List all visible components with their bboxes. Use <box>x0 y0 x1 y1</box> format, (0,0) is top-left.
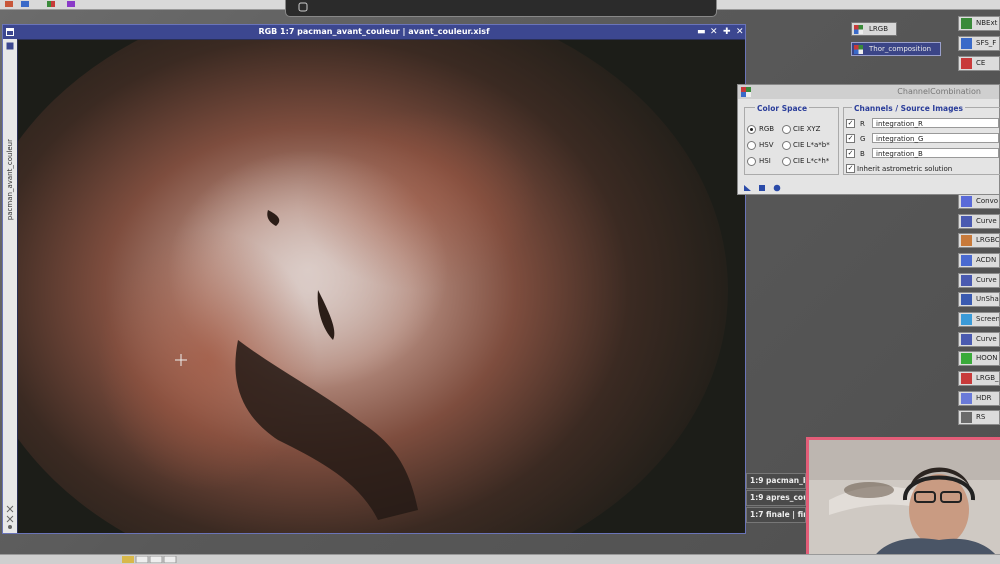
lrgb-chip[interactable]: LRGB <box>851 22 897 36</box>
lrgb-icon <box>854 25 863 34</box>
new-instance-icon[interactable] <box>743 184 752 192</box>
toolbar-process-icon[interactable] <box>20 0 30 8</box>
channel-g-image-field[interactable]: integration_G <box>872 133 999 143</box>
image-canvas[interactable] <box>18 40 745 533</box>
channel-b-image-field[interactable]: integration_B <box>872 148 999 158</box>
mini-image-window[interactable]: 1:9 pacman_b <box>746 473 806 489</box>
radio-cie-lab[interactable] <box>782 141 791 150</box>
toolbar-image-icon[interactable] <box>4 0 14 8</box>
process-icon[interactable]: NBExt <box>958 16 1000 31</box>
process-icon-glyph <box>961 373 972 384</box>
channel-b-label: B <box>860 150 865 158</box>
process-icon[interactable]: SFS_F <box>958 36 1000 51</box>
process-icon[interactable]: Screen <box>958 312 1000 327</box>
channel-combination-icon <box>741 87 751 97</box>
radio-cie-lab-label: CIE L*a*b* <box>793 141 830 149</box>
process-icon[interactable]: LRGBC <box>958 233 1000 248</box>
composition-icon <box>854 45 863 54</box>
process-icon[interactable]: LRGB_ <box>958 371 1000 386</box>
radio-rgb[interactable] <box>747 125 756 134</box>
process-icon[interactable]: ACDN <box>958 253 1000 268</box>
process-icon[interactable]: Curve <box>958 273 1000 288</box>
radio-rgb-label: RGB <box>759 125 774 133</box>
channel-combination-window[interactable]: ChannelCombination Color Space RGB CIE X… <box>737 84 1000 195</box>
process-icon[interactable]: HDR <box>958 391 1000 406</box>
thor-composition-label: Thor_composition <box>869 43 931 55</box>
color-space-title: Color Space <box>755 104 809 113</box>
radio-hsi-label: HSI <box>759 157 771 165</box>
process-icon-glyph <box>961 314 972 325</box>
identifier-icon <box>6 42 14 50</box>
radio-hsv[interactable] <box>747 141 756 150</box>
process-icon-glyph <box>961 255 972 266</box>
radio-cie-xyz-label: CIE XYZ <box>793 125 820 133</box>
toolbar-container-icon[interactable] <box>46 0 56 8</box>
channel-b-checkbox[interactable]: ✓ <box>846 149 855 158</box>
radio-hsv-label: HSV <box>759 141 774 149</box>
process-icon[interactable]: Curve <box>958 332 1000 347</box>
radio-cie-lch[interactable] <box>782 157 791 166</box>
side-tools-icon[interactable] <box>6 504 14 530</box>
channel-combination-titlebar[interactable]: ChannelCombination <box>738 85 999 99</box>
image-window-title: RGB 1:7 pacman_avant_couleur | avant_cou… <box>258 27 489 36</box>
channel-g-checkbox[interactable]: ✓ <box>846 134 855 143</box>
process-icon-glyph <box>961 294 972 305</box>
channel-r-image-field[interactable]: integration_R <box>872 118 999 128</box>
process-icon-glyph <box>961 275 972 286</box>
process-icon-glyph <box>961 393 972 404</box>
process-icon-glyph <box>961 58 972 69</box>
thor-composition-chip[interactable]: Thor_composition <box>851 42 941 56</box>
process-icon-glyph <box>961 38 972 49</box>
apply-icon[interactable] <box>758 184 766 192</box>
mini-window-label: 1:9 pacman_b <box>750 476 806 485</box>
notification-icon <box>298 2 308 12</box>
window-menu-icon[interactable] <box>6 28 14 36</box>
process-icon[interactable]: CE <box>958 56 1000 71</box>
image-window-titlebar[interactable]: RGB 1:7 pacman_avant_couleur | avant_cou… <box>3 25 745 39</box>
process-icon[interactable]: Curve <box>958 214 1000 229</box>
channel-r-checkbox[interactable]: ✓ <box>846 119 855 128</box>
image-window[interactable]: RGB 1:7 pacman_avant_couleur | avant_cou… <box>2 24 746 534</box>
lrgb-chip-label: LRGB <box>869 23 888 35</box>
mini-window-label: 1:9 apres_cou <box>750 493 806 502</box>
radio-cie-xyz[interactable] <box>782 125 791 134</box>
process-icon-glyph <box>961 412 972 423</box>
process-icon-glyph <box>961 216 972 227</box>
minimize-button[interactable]: ▬ <box>697 25 706 39</box>
inherit-astrometric-checkbox[interactable]: ✓ <box>846 164 855 173</box>
radio-hsi[interactable] <box>747 157 756 166</box>
radio-cie-lch-label: CIE L*c*h* <box>793 157 829 165</box>
image-side-tab[interactable]: pacman_avant_couleur <box>3 39 17 533</box>
close-button[interactable]: ✕ <box>736 25 744 39</box>
toolbar-script-icon[interactable] <box>66 0 76 8</box>
process-icon[interactable]: HOON <box>958 351 1000 366</box>
process-icon-glyph <box>961 18 972 29</box>
channel-r-label: R <box>860 120 865 128</box>
webcam-video <box>809 440 1000 563</box>
maximize-button[interactable]: ✚ <box>723 25 731 39</box>
channel-g-label: G <box>860 135 865 143</box>
apply-global-icon[interactable] <box>773 184 781 192</box>
channels-title: Channels / Source Images <box>852 104 965 113</box>
shade-button[interactable]: ✕ <box>710 25 718 39</box>
process-icon[interactable]: Convo <box>958 194 1000 209</box>
mini-image-window[interactable]: 1:9 apres_cou <box>746 490 806 506</box>
process-icon-glyph <box>961 353 972 364</box>
nebula-image <box>18 40 745 533</box>
process-icon-glyph <box>961 235 972 246</box>
mini-window-label: 1:7 finale | fin <box>750 510 806 519</box>
image-identifier-label: pacman_avant_couleur <box>6 139 14 220</box>
notification-bar <box>285 0 717 17</box>
zoom-controls-icon[interactable] <box>122 556 182 563</box>
channel-combination-title: ChannelCombination <box>897 87 981 96</box>
process-icon-glyph <box>961 334 972 345</box>
mini-image-window[interactable]: 1:7 finale | fin <box>746 507 806 523</box>
process-icon[interactable]: UnSha <box>958 292 1000 307</box>
webcam-overlay <box>806 437 1000 563</box>
process-icon[interactable]: RS <box>958 410 1000 425</box>
process-icon-glyph <box>961 196 972 207</box>
inherit-astrometric-label: Inherit astrometric solution <box>857 165 952 173</box>
